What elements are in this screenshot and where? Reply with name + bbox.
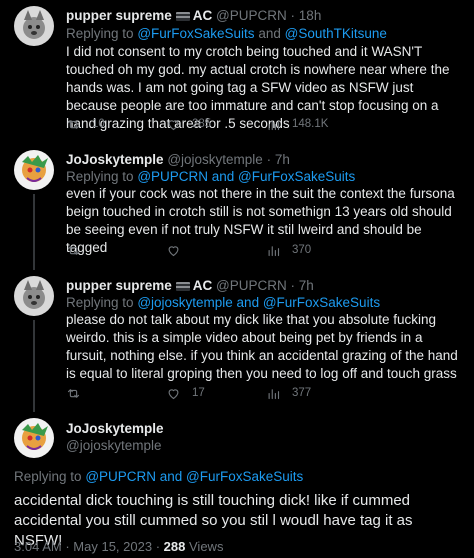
author-handle[interactable]: @PUPCRN (216, 8, 287, 23)
like-button[interactable]: 17 (166, 384, 205, 402)
main-author-handle[interactable]: @jojoskytemple (66, 438, 162, 453)
author-name[interactable]: pupper supreme (66, 8, 172, 23)
retweet-button[interactable] (66, 241, 81, 259)
heart-icon (168, 245, 179, 256)
separator-dot: · (290, 8, 296, 23)
author-name[interactable]: JoJoskytemple (66, 152, 164, 167)
retweet-icon (67, 245, 80, 255)
reply-mention[interactable]: @PUPCRN and @FurFoxSakeSuits (137, 169, 355, 184)
tweet-text: please do not talk about my dick like th… (66, 312, 458, 381)
reply-prefix: Replying to (66, 169, 134, 184)
author-badge: AC (192, 8, 213, 23)
like-count: 17 (192, 387, 205, 399)
thread-line (33, 194, 35, 270)
view-count: 377 (292, 387, 312, 399)
author-badge: AC (192, 278, 213, 293)
flag-icon (175, 282, 190, 291)
reply-mention[interactable]: @jojoskytemple and @FurFoxSakeSuits (137, 295, 380, 310)
main-reply-context: Replying to @PUPCRN and @FurFoxSakeSuits (14, 468, 303, 485)
tweet-1-header: pupper supreme AC @PUPCRN · 18h (66, 7, 321, 24)
retweet-button[interactable] (66, 384, 81, 402)
main-view-count: 288 (163, 539, 186, 554)
tweet-actions: 370 (66, 241, 466, 259)
like-count: 285 (192, 118, 212, 130)
separator-dot: · (65, 539, 70, 554)
tweet-actions: 17 377 (66, 384, 466, 402)
views-button[interactable]: 377 (266, 384, 311, 402)
avatar-jojoskytemple[interactable] (14, 418, 54, 458)
main-author-name[interactable]: JoJoskytemple (66, 421, 164, 436)
reply-context: Replying to @jojoskytemple and @FurFoxSa… (66, 294, 380, 311)
views-icon (268, 388, 280, 399)
author-handle[interactable]: @PUPCRN (216, 278, 287, 293)
tweet-time[interactable]: 18h (299, 8, 322, 23)
reply-prefix: Replying to (66, 295, 134, 310)
tweet-date[interactable]: May 15, 2023 (73, 539, 152, 554)
reply-prefix: Replying to (66, 26, 134, 41)
reply-mention-2[interactable]: @SouthTKitsune (285, 26, 387, 41)
tweet-timestamp[interactable]: 3:04 AM (14, 539, 62, 554)
thread-line (33, 320, 35, 412)
avatar-pupcrn[interactable] (14, 6, 54, 46)
views-icon (268, 119, 280, 130)
reply-mention[interactable]: @PUPCRN and @FurFoxSakeSuits (85, 469, 303, 484)
separator-dot: · (290, 278, 296, 293)
retweet-icon (67, 119, 80, 129)
reply-context: Replying to @PUPCRN and @FurFoxSakeSuits (66, 168, 355, 185)
views-button[interactable]: 370 (266, 241, 311, 259)
tweet-time[interactable]: 7h (299, 278, 314, 293)
retweet-button[interactable]: 10 (66, 115, 105, 133)
views-label: Views (189, 539, 224, 554)
retweet-icon (67, 388, 80, 398)
tweet-2-header: JoJoskytemple @jojoskytemple · 7h (66, 151, 290, 168)
tweet-time[interactable]: 7h (275, 152, 290, 167)
retweet-count: 10 (92, 118, 105, 130)
heart-icon (168, 119, 179, 130)
avatar-pupcrn[interactable] (14, 276, 54, 316)
view-count: 148.1K (292, 118, 329, 130)
heart-icon (168, 388, 179, 399)
views-button[interactable]: 148.1K (266, 115, 328, 133)
flag-icon (175, 12, 190, 21)
main-tweet-meta: 3:04 AM · May 15, 2023 · 288 Views (14, 539, 223, 554)
author-name[interactable]: pupper supreme (66, 278, 172, 293)
separator-dot: · (266, 152, 272, 167)
tweet-3-header: pupper supreme AC @PUPCRN · 7h (66, 277, 314, 294)
like-button[interactable]: 285 (166, 115, 211, 133)
separator-dot: · (155, 539, 161, 554)
view-count: 370 (292, 244, 312, 256)
avatar-jojoskytemple[interactable] (14, 150, 54, 190)
reply-context: Replying to @FurFoxSakeSuits and @SouthT… (66, 25, 387, 42)
tweet-actions: 10 285 148.1K (66, 115, 466, 133)
reply-and: and (258, 26, 281, 41)
reply-mention[interactable]: @FurFoxSakeSuits (137, 26, 254, 41)
reply-prefix: Replying to (14, 469, 82, 484)
author-handle[interactable]: @jojoskytemple (167, 152, 263, 167)
like-button[interactable] (166, 241, 181, 259)
views-icon (268, 245, 280, 256)
